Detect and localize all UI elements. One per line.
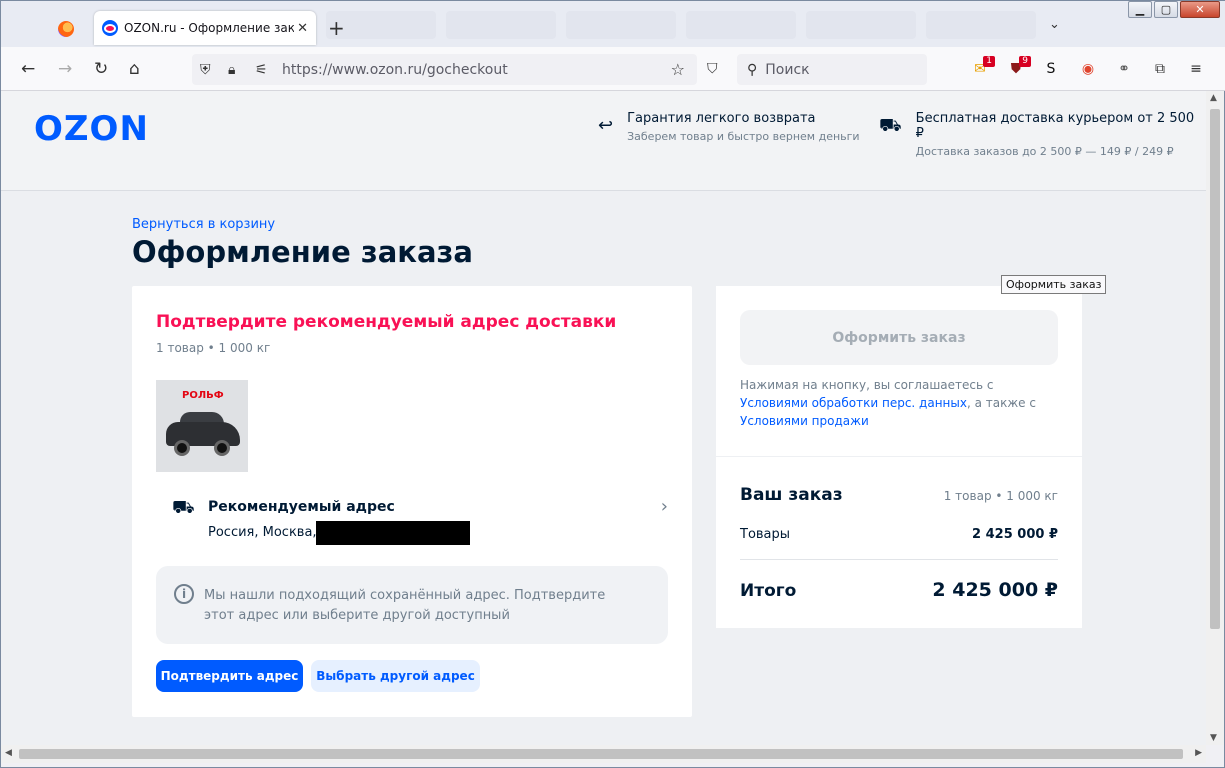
navigation-toolbar: ← → ↻ ⌂ ⛨ 🔒︎ ⚟ https://www.ozon.ru/goche…: [1, 47, 1225, 91]
site-header: OZON ↩ Гарантия легкого возврата Заберем…: [1, 91, 1206, 191]
promo-return-subtitle: Заберем товар и быстро вернем деньги: [627, 130, 860, 143]
personal-data-terms-link[interactable]: Условиями обработки перс. данных: [740, 396, 967, 410]
promo-return[interactable]: ↩ Гарантия легкого возврата Заберем това…: [598, 111, 860, 143]
window-controls: ▁ ▢ ✕: [1128, 1, 1220, 18]
bookmark-star-icon[interactable]: ☆: [671, 60, 685, 79]
pocket-icon[interactable]: ⛉: [707, 61, 718, 77]
tab-ozon-checkout[interactable]: OZON.ru - Оформление заказа ✕: [94, 11, 316, 45]
consent-text: Нажимая на кнопку, вы соглашаетесь с Усл…: [740, 376, 1060, 430]
delivery-truck-icon: ⛟: [172, 497, 195, 518]
horizontal-scrollbar[interactable]: ◀ ▶: [1, 745, 1206, 763]
camera-extension-icon[interactable]: ◉: [1079, 60, 1097, 78]
search-placeholder: Поиск: [765, 61, 810, 78]
address-redaction-box: [316, 521, 470, 545]
permissions-icon[interactable]: ⚟: [255, 62, 268, 78]
background-tab[interactable]: [566, 11, 676, 39]
scroll-up-icon[interactable]: ▲: [1210, 93, 1217, 103]
background-tab[interactable]: [926, 11, 1036, 39]
delivery-truck-icon: ⛟: [879, 115, 902, 136]
confirm-address-button[interactable]: Подтвердить адрес: [156, 660, 303, 692]
info-text: Мы нашли подходящий сохранённый адрес. П…: [204, 588, 606, 623]
goods-value: 2 425 000 ₽: [972, 527, 1058, 542]
browser-window: OZON.ru - Оформление заказа ✕ + ⌄ ▁ ▢ ✕ …: [0, 0, 1225, 768]
recommended-address-row[interactable]: ⛟ Рекомендуемый адрес Россия, Москва, ›: [156, 491, 668, 551]
product-image[interactable]: РОЛЬФ: [156, 380, 248, 472]
promo-delivery-title: Бесплатная доставка курьером от 2 500 ₽: [915, 111, 1195, 141]
page-viewport: OZON ↩ Гарантия легкого возврата Заберем…: [1, 91, 1206, 745]
back-arrow-icon[interactable]: ←: [21, 59, 35, 79]
search-bar[interactable]: ⚲ Поиск: [737, 54, 927, 85]
tab-title: OZON.ru - Оформление заказа: [124, 21, 294, 35]
close-window-button[interactable]: ✕: [1180, 1, 1220, 18]
delivery-warning-title: Подтвердите рекомендуемый адрес доставки: [156, 312, 617, 332]
goods-label: Товары: [740, 527, 791, 542]
summary-divider: [740, 559, 1058, 560]
total-label: Итого: [740, 581, 797, 601]
return-arrow-icon: ↩: [598, 115, 614, 136]
reload-icon[interactable]: ↻: [94, 59, 108, 79]
saved-address-info-box: i Мы нашли подходящий сохранённый адрес.…: [156, 566, 668, 644]
scroll-down-icon[interactable]: ▼: [1210, 733, 1217, 743]
new-tab-button[interactable]: +: [328, 16, 345, 40]
page-title: Оформление заказа: [132, 235, 473, 269]
home-icon[interactable]: ⌂: [129, 59, 140, 79]
consent-prefix: Нажимая на кнопку, вы соглашаетесь с: [740, 378, 994, 392]
extension-badge: 9: [1019, 56, 1031, 67]
summary-meta: 1 товар • 1 000 кг: [943, 489, 1058, 503]
order-summary-card: Ваш заказ 1 товар • 1 000 кг Товары 2 42…: [716, 457, 1082, 628]
s-extension-icon[interactable]: S: [1042, 60, 1060, 78]
mail-extension-icon[interactable]: ✉ 1: [971, 56, 995, 78]
tracking-shield-icon[interactable]: ⛨: [200, 62, 211, 78]
delivery-meta: 1 товар • 1 000 кг: [156, 341, 271, 355]
vertical-scroll-thumb[interactable]: [1210, 109, 1220, 629]
product-brand-label: РОЛЬФ: [182, 390, 224, 401]
address-value: Россия, Москва,: [208, 525, 317, 540]
cycle-extension-icon[interactable]: ⚭: [1115, 60, 1133, 78]
background-tab[interactable]: [446, 11, 556, 39]
address-title: Рекомендуемый адрес: [208, 499, 395, 515]
url-bar[interactable]: ⛨ 🔒︎ ⚟ https://www.ozon.ru/gocheckout ☆: [192, 54, 697, 85]
car-wheel-shape: [214, 440, 230, 456]
delivery-card: Подтвердите рекомендуемый адрес доставки…: [132, 286, 692, 717]
lock-icon[interactable]: 🔒︎: [228, 62, 235, 78]
place-order-tooltip: Оформить заказ: [1001, 275, 1107, 294]
forward-arrow-icon[interactable]: →: [58, 59, 72, 79]
promo-return-title: Гарантия легкого возврата: [627, 111, 816, 126]
choose-other-address-button[interactable]: Выбрать другой адрес: [311, 660, 480, 692]
checkout-card: Оформить заказ Нажимая на кнопку, вы сог…: [716, 286, 1082, 456]
total-value: 2 425 000 ₽: [932, 579, 1058, 601]
puzzle-extension-icon[interactable]: ⧉: [1151, 60, 1169, 78]
scroll-right-icon[interactable]: ▶: [1195, 748, 1202, 758]
list-tabs-chevron-icon[interactable]: ⌄: [1049, 17, 1060, 32]
menu-icon[interactable]: ≡: [1187, 60, 1205, 78]
background-tab[interactable]: [806, 11, 916, 39]
search-icon: ⚲: [747, 61, 758, 78]
scroll-left-icon[interactable]: ◀: [5, 748, 12, 758]
place-order-button[interactable]: Оформить заказ: [740, 310, 1058, 365]
extension-badge: 1: [983, 56, 995, 67]
promo-delivery[interactable]: ⛟ Бесплатная доставка курьером от 2 500 …: [879, 111, 1206, 158]
ozon-favicon-icon: [102, 20, 118, 36]
maximize-button[interactable]: ▢: [1154, 1, 1178, 18]
url-text[interactable]: https://www.ozon.ru/gocheckout: [282, 62, 508, 78]
background-tab[interactable]: [686, 11, 796, 39]
tab-bar: OZON.ru - Оформление заказа ✕ + ⌄ ▁ ▢ ✕: [1, 1, 1225, 47]
car-wheel-shape: [174, 440, 190, 456]
promo-delivery-subtitle: Доставка заказов до 2 500 ₽ — 149 ₽ / 24…: [915, 145, 1174, 158]
tab-close-icon[interactable]: ✕: [297, 21, 308, 36]
consent-middle: , а также с: [966, 396, 1036, 410]
sale-terms-link[interactable]: Условиями продажи: [740, 414, 869, 428]
firefox-icon[interactable]: [58, 21, 74, 37]
minimize-button[interactable]: ▁: [1128, 1, 1152, 18]
chevron-right-icon[interactable]: ›: [661, 496, 668, 517]
ozon-logo[interactable]: OZON: [34, 109, 149, 149]
summary-title: Ваш заказ: [740, 485, 843, 505]
shield-extension-icon[interactable]: ⛊ 9: [1007, 56, 1031, 78]
vertical-scrollbar[interactable]: ▲ ▼: [1206, 91, 1224, 745]
back-to-cart-link[interactable]: Вернуться в корзину: [132, 217, 275, 232]
horizontal-scroll-thumb[interactable]: [19, 749, 1183, 759]
info-icon: i: [174, 584, 194, 604]
